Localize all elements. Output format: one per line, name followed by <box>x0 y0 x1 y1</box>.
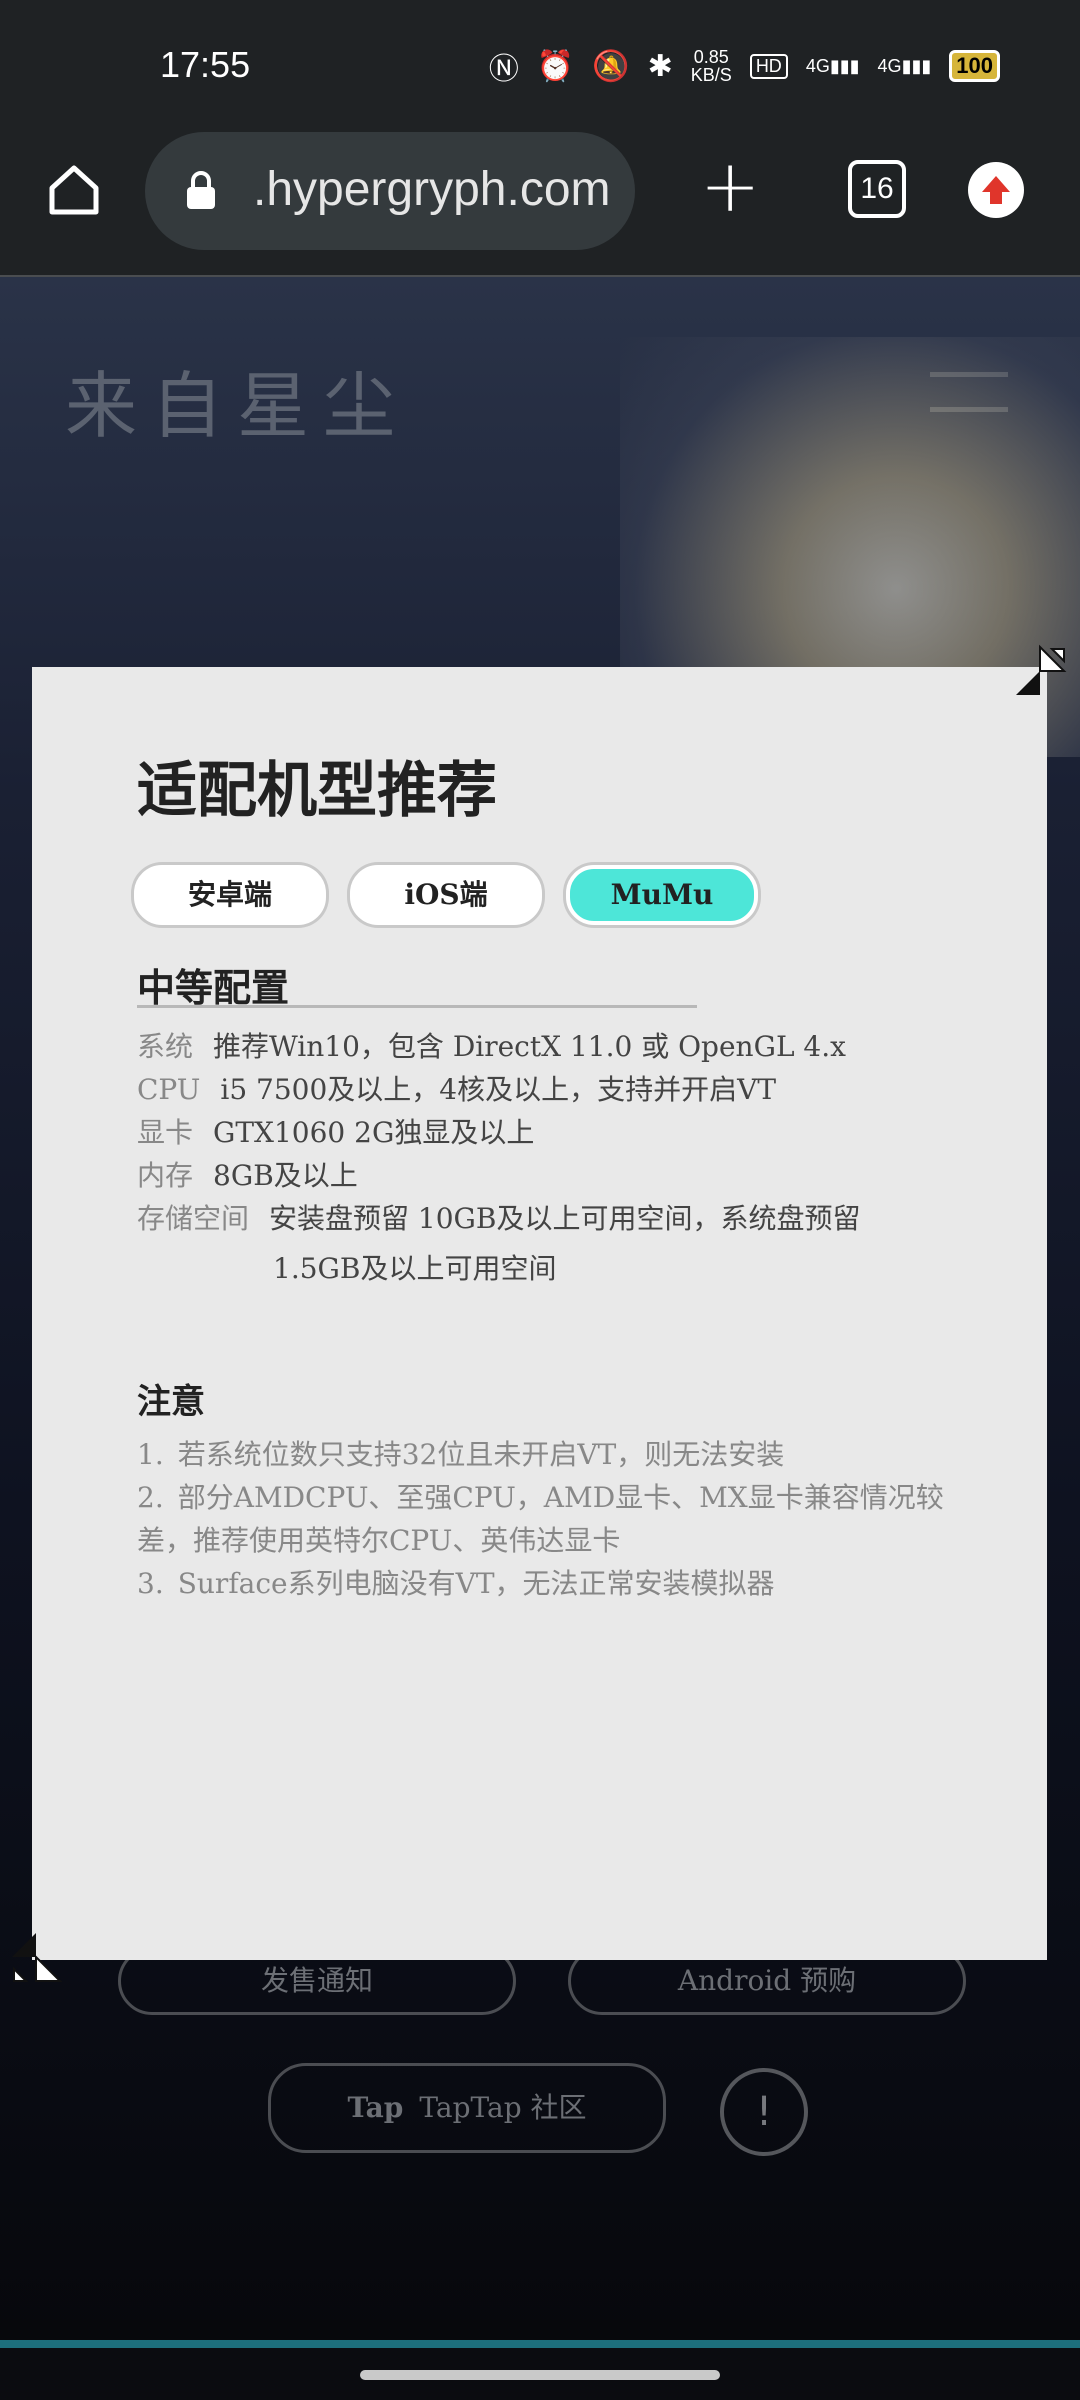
network-speed: 0.85 KB/S <box>690 47 732 85</box>
alarm-icon: ⏰ <box>536 48 575 84</box>
spec-row-cpu: CPU i5 7500及以上，4核及以上，支持并开启VT <box>137 1073 777 1106</box>
site-logo: 来自星尘 <box>65 364 410 448</box>
notes-title: 注意 <box>137 1382 205 1422</box>
status-bar: 17:55 Ⓝ ⏰ 🔕 ✱ 0.85 KB/S HD 4G▮▮▮ 4G▮▮▮ 1… <box>0 0 1080 130</box>
bottom-accent-bar <box>0 2340 1080 2348</box>
mute-icon: 🔕 <box>592 48 630 84</box>
home-icon[interactable] <box>44 160 104 220</box>
url-text[interactable]: .hypergryph.com <box>253 162 611 217</box>
spec-row-storage: 存储空间 安装盘预留 10GB及以上可用空间，系统盘预留 1.5GB及以上可用空间 <box>137 1202 861 1285</box>
gesture-bar[interactable] <box>360 2370 720 2380</box>
corner-decoration-icon <box>12 1933 63 1982</box>
taptap-community-button[interactable]: Tap TapTap 社区 <box>268 2063 666 2153</box>
tab-mumu[interactable]: MuMu <box>566 865 758 925</box>
note-item-3: 3. Surface系列电脑没有VT，无法正常安装模拟器 <box>137 1567 775 1600</box>
arrow-up-icon <box>982 176 1010 204</box>
status-icons: Ⓝ ⏰ 🔕 ✱ 0.85 KB/S HD 4G▮▮▮ 4G▮▮▮ 100 <box>489 44 1000 88</box>
note-item-2: 2. 部分AMDCPU、至强CPU，AMD显卡、MX显卡兼容情况较差，推荐使用英特… <box>137 1481 944 1557</box>
spec-row-system: 系统 推荐Win10，包含 DirectX 11.0 或 OpenGL 4.x <box>137 1030 846 1063</box>
bluetooth-icon: ✱ <box>647 48 673 84</box>
dialog-title: 适配机型推荐 <box>137 756 497 826</box>
spec-row-gpu: 显卡 GTX1060 2G独显及以上 <box>137 1116 535 1149</box>
address-bar[interactable]: .hypergryph.com <box>145 132 635 250</box>
nfc-icon: Ⓝ <box>488 52 519 87</box>
note-item-1: 1. 若系统位数只支持32位且未开启VT，则无法安装 <box>137 1438 785 1471</box>
close-icon[interactable] <box>1012 643 1068 699</box>
tabs-icon[interactable]: 16 <box>848 160 906 218</box>
signal-icon: 4G▮▮▮ <box>805 55 860 76</box>
spec-row-memory: 内存 8GB及以上 <box>137 1159 358 1192</box>
browser-toolbar: .hypergryph.com + 16 <box>0 130 1080 277</box>
device-recommendation-dialog: 适配机型推荐 安卓端 iOS端 MuMu 中等配置 系统 推荐Win10，包含 D… <box>12 644 1067 1982</box>
platform-tabs: 安卓端 iOS端 MuMu <box>134 865 758 925</box>
update-icon[interactable] <box>968 162 1024 218</box>
hd-icon: HD <box>749 53 788 79</box>
tab-ios[interactable]: iOS端 <box>350 865 542 925</box>
tab-android[interactable]: 安卓端 <box>134 865 326 925</box>
section-divider <box>137 1005 697 1008</box>
battery-icon: 100 <box>949 50 1000 82</box>
section-title: 中等配置 <box>137 965 290 1010</box>
signal-icon-2: 4G▮▮▮ <box>877 55 932 76</box>
lock-icon <box>187 171 215 209</box>
info-icon[interactable]: ! <box>720 2068 808 2156</box>
taptap-logo: Tap <box>347 2091 404 2124</box>
new-tab-icon[interactable]: + <box>700 150 760 222</box>
clock: 17:55 <box>160 44 251 85</box>
